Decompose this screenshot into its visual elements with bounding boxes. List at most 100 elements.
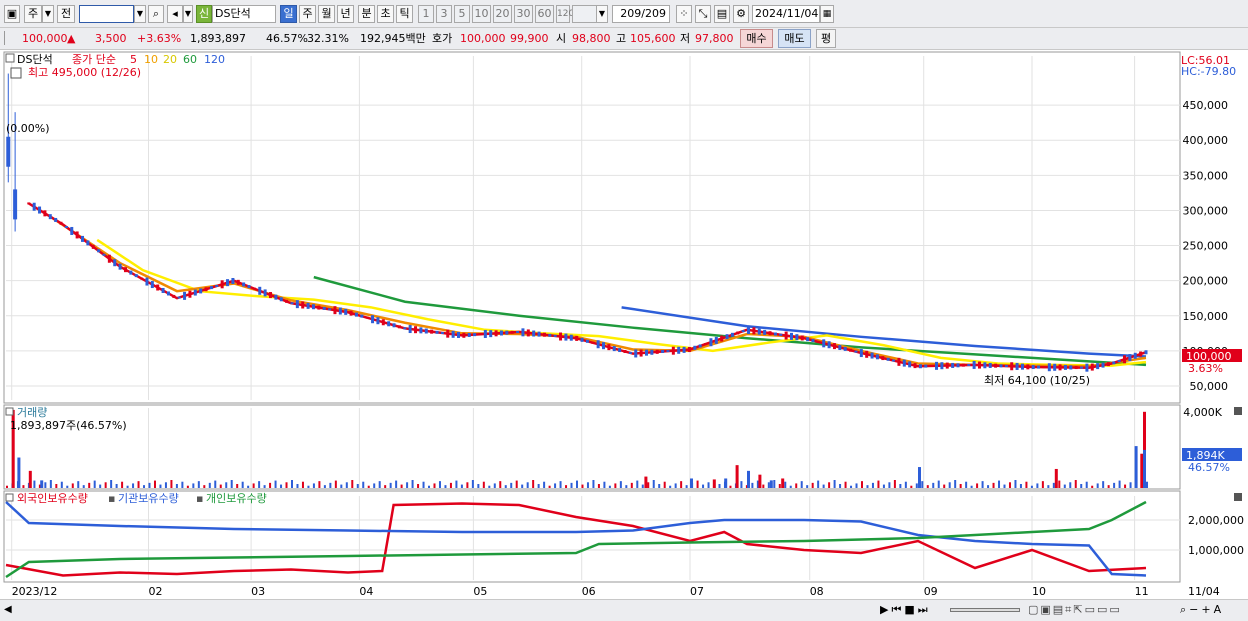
speaker-icon[interactable]: ◂ xyxy=(167,5,183,23)
candle xyxy=(295,300,299,309)
candle xyxy=(967,364,971,367)
zoom-controls[interactable]: ⌕−+A xyxy=(1180,603,1224,617)
candle xyxy=(54,217,58,222)
candle xyxy=(553,334,557,337)
chevron-down-icon[interactable]: ▼ xyxy=(134,5,146,23)
volume-bar xyxy=(71,483,74,488)
tab-month[interactable]: 월 xyxy=(318,5,335,23)
calendar-icon[interactable] xyxy=(10,67,22,79)
candle xyxy=(940,362,944,370)
count-field[interactable]: 209/209 xyxy=(612,5,670,23)
candle xyxy=(376,317,380,325)
zoom-slider[interactable] xyxy=(950,608,1020,612)
candle xyxy=(242,282,246,287)
buy-button[interactable]: 매수 xyxy=(740,29,773,48)
volume-bar xyxy=(822,484,825,488)
volume-bar xyxy=(1134,446,1138,488)
volume-bar xyxy=(729,485,732,488)
chevron-down-icon[interactable]: ▼ xyxy=(42,5,54,23)
open-price: 98,800 xyxy=(572,32,611,45)
volume-bar xyxy=(334,480,337,488)
candle xyxy=(698,344,702,348)
candle xyxy=(1053,363,1057,371)
price-tick-label: 350,000 xyxy=(1183,169,1229,182)
interval-5[interactable]: 5 xyxy=(454,5,470,23)
eval-button[interactable]: 평 xyxy=(816,29,836,48)
holding-tick-label: 1,000,000 xyxy=(1188,544,1244,557)
price-tick-label: 300,000 xyxy=(1183,204,1229,217)
tab-tick[interactable]: 틱 xyxy=(396,5,413,23)
holding-tick-label: 2,000,000 xyxy=(1188,514,1244,527)
interval-20[interactable]: 20 xyxy=(493,5,512,23)
max-price-note: 최고 495,000 (12/26) xyxy=(28,66,141,79)
tab-day[interactable]: 일 xyxy=(280,5,297,23)
stock-name-field[interactable]: DS단석 xyxy=(212,5,276,23)
candle xyxy=(188,290,192,298)
volume-bar xyxy=(680,481,683,488)
interval-60[interactable]: 60 xyxy=(535,5,554,23)
search-icon[interactable]: ⌕ xyxy=(148,5,164,23)
volume-bar xyxy=(230,480,233,488)
calendar-icon[interactable]: ▦ xyxy=(820,5,834,23)
interval-30[interactable]: 30 xyxy=(514,5,533,23)
layout-icon[interactable]: ▣ xyxy=(4,5,20,23)
volume-bar xyxy=(592,480,595,488)
sell-button[interactable]: 매도 xyxy=(778,29,811,48)
volume-bar xyxy=(526,482,529,488)
volume-bar xyxy=(6,485,8,488)
candle xyxy=(693,345,697,350)
volume-bar xyxy=(33,480,36,488)
chevron-down-icon[interactable]: ▼ xyxy=(596,5,608,23)
interval-3[interactable]: 3 xyxy=(436,5,452,23)
candle xyxy=(628,351,632,354)
candle xyxy=(881,356,885,361)
bottom-scrollbar[interactable]: ◀ ▶⏮■⏭ ▢▣▤⌗⇱▭▭▭ ⌕−+A xyxy=(0,599,1248,621)
stock-chart[interactable]: 450,000 400,000 350,000 300,000 250,000 200,0… xyxy=(0,50,1248,599)
tab-week[interactable]: 주 xyxy=(299,5,316,23)
stock-code-input[interactable]: 017860 xyxy=(79,5,134,23)
prev-button[interactable]: 전 xyxy=(57,5,75,23)
candle xyxy=(843,346,847,351)
dots-icon[interactable]: ⁘ xyxy=(676,5,692,23)
candle xyxy=(1139,351,1143,357)
volume-bar xyxy=(1102,481,1105,488)
holding-toggle-icon[interactable] xyxy=(5,493,14,502)
save-icon[interactable]: ▤ xyxy=(714,5,730,23)
volume-bar xyxy=(1143,449,1146,488)
candle xyxy=(596,340,600,349)
tab-year[interactable]: 년 xyxy=(337,5,354,23)
interval-120[interactable]: 120 xyxy=(556,5,574,23)
candle xyxy=(655,349,659,354)
legend-ma-5: 5 xyxy=(130,53,137,66)
period-select[interactable]: 주 xyxy=(24,5,42,23)
volume-bar xyxy=(921,481,924,488)
interval-1[interactable]: 1 xyxy=(418,5,434,23)
date-field[interactable]: 2024/11/04 xyxy=(752,5,820,23)
volume-bar xyxy=(647,482,650,488)
candle xyxy=(215,284,219,287)
resize-icon[interactable]: ⤡ xyxy=(695,5,711,23)
gear-icon[interactable]: ⚙ xyxy=(733,5,749,23)
candle xyxy=(274,294,278,300)
tab-second[interactable]: 초 xyxy=(377,5,394,23)
chevron-down-icon[interactable]: ▼ xyxy=(183,5,193,23)
legend-toggle-icon[interactable] xyxy=(5,53,15,63)
legend-separator: ▪ xyxy=(196,492,203,505)
close-panel-icon[interactable] xyxy=(1234,407,1242,415)
candle xyxy=(730,332,734,337)
interval-10[interactable]: 10 xyxy=(472,5,491,23)
playback-controls[interactable]: ▶⏮■⏭ xyxy=(880,603,931,617)
close-panel-icon[interactable] xyxy=(1234,493,1242,501)
candle xyxy=(1004,365,1008,368)
candle xyxy=(591,341,595,344)
volume-bar xyxy=(904,481,907,488)
volume-bar xyxy=(644,476,648,488)
candle xyxy=(854,350,858,353)
x-tick-label: 05 xyxy=(473,585,487,598)
tab-minute[interactable]: 분 xyxy=(358,5,375,23)
volume-bar xyxy=(471,480,474,488)
volume-toggle-icon[interactable] xyxy=(5,407,14,416)
volume-bar xyxy=(767,482,770,488)
scroll-left-icon[interactable]: ◀ xyxy=(4,604,12,615)
tool-icons[interactable]: ▢▣▤⌗⇱▭▭▭ xyxy=(1028,603,1122,617)
